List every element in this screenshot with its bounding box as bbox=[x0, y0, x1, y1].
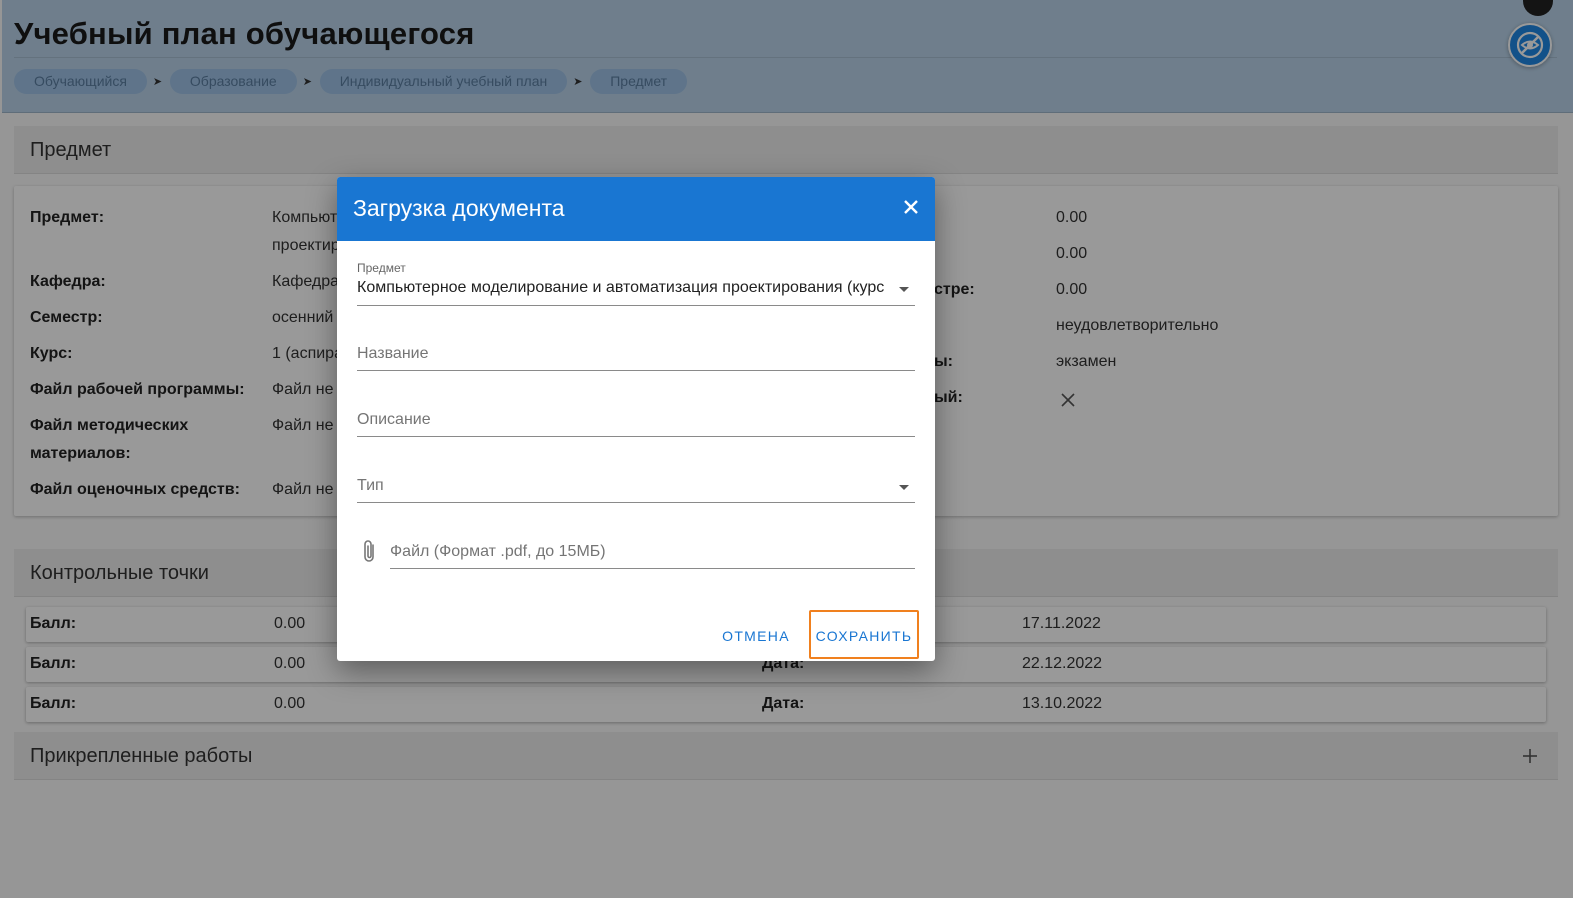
description-input-placeholder: Описание bbox=[357, 411, 431, 428]
type-select-placeholder: Тип bbox=[357, 477, 384, 494]
file-input[interactable]: Файл (Формат .pdf, до 15МБ) bbox=[390, 533, 915, 569]
chevron-down-icon bbox=[899, 485, 909, 490]
name-input[interactable]: Название bbox=[357, 335, 915, 371]
cancel-button[interactable]: ОТМЕНА bbox=[715, 618, 797, 654]
subject-select-value: Компьютерное моделирование и автоматизац… bbox=[357, 279, 885, 296]
file-input-placeholder: Файл (Формат .pdf, до 15МБ) bbox=[390, 543, 606, 560]
name-input-placeholder: Название bbox=[357, 345, 429, 362]
chevron-down-icon bbox=[899, 287, 909, 292]
dialog-header: Загрузка документа bbox=[337, 177, 935, 241]
type-select[interactable]: Тип bbox=[357, 467, 915, 503]
subject-select-label: Предмет bbox=[357, 261, 406, 275]
dialog-title: Загрузка документа bbox=[353, 195, 565, 221]
description-input[interactable]: Описание bbox=[357, 401, 915, 437]
save-button[interactable]: СОХРАНИТЬ bbox=[811, 618, 917, 654]
subject-select[interactable]: Предмет Компьютерное моделирование и авт… bbox=[357, 259, 915, 306]
upload-document-dialog: Загрузка документа Предмет Компьютерное … bbox=[337, 177, 935, 661]
close-icon[interactable] bbox=[901, 197, 921, 217]
paperclip-icon[interactable] bbox=[359, 538, 379, 564]
